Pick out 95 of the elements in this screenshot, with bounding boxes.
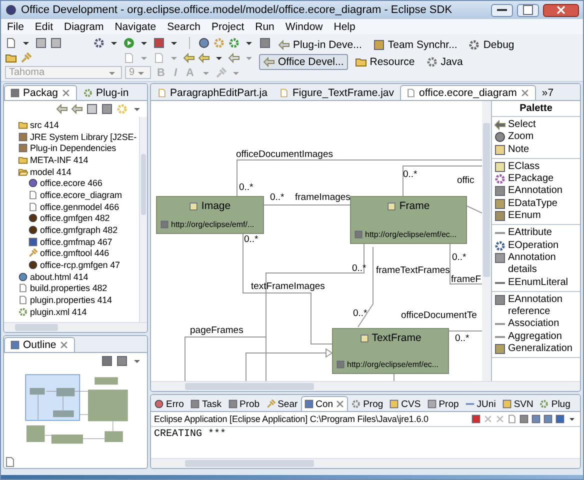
menu-item[interactable]: Edit [34, 20, 54, 32]
connector-label: pageFrames [190, 325, 244, 337]
class-node[interactable]: Frame http://org/eclipse/emf/ec... [350, 196, 467, 244]
annotation-uri: http://org/eclipse/emf/ec... [365, 230, 457, 239]
class-node[interactable]: Image http://org/eclipse/emf/... [156, 196, 264, 234]
connector-label: 0..* [403, 169, 418, 181]
view-tab[interactable]: Prog [348, 396, 386, 411]
view-tab[interactable]: Con [300, 396, 348, 411]
palette-item[interactable]: Generalization [508, 343, 572, 356]
menu-item[interactable]: File [7, 20, 24, 32]
tree-item[interactable]: office.ecore 466 [40, 178, 102, 188]
palette-item[interactable]: Zoom [508, 131, 534, 144]
tree-item[interactable]: plugin.xml 414 [30, 306, 87, 317]
annotation-uri: http://org/eclipse/emf/... [171, 220, 254, 229]
view-tab[interactable]: Erro [151, 396, 187, 411]
tree-item[interactable]: office.gmfgraph 482 [40, 225, 118, 236]
palette-item[interactable]: EClass [508, 160, 540, 174]
connector-label: 0..* [353, 308, 368, 320]
view-tab[interactable]: Task [186, 396, 224, 411]
palette-item[interactable]: EAnnotation reference [508, 294, 578, 318]
connector-label: officeDocumentTe [401, 310, 477, 322]
tree-item[interactable]: Plug-in Dependencies [30, 143, 116, 154]
tree-item[interactable]: office.gmfgen 482 [40, 213, 110, 224]
annotation-uri: http://org/eclipse/emf/ec... [347, 360, 439, 369]
connector-label: 0..* [270, 192, 284, 204]
view-tab[interactable]: ParagraphEditPart.ja [151, 85, 274, 100]
connector-label: offic [457, 175, 474, 187]
tree-item[interactable]: plugin.properties 414 [30, 295, 112, 306]
tree-item[interactable]: build.properties 482 [30, 283, 108, 294]
menu-item[interactable]: Help [334, 20, 356, 32]
view-tab[interactable]: Prob [224, 396, 263, 411]
perspective-button[interactable]: Resource [350, 54, 419, 70]
class-name: Frame [399, 200, 430, 212]
view-tab[interactable]: office.ecore_diagram [400, 85, 536, 100]
connector-label: 0..* [244, 234, 258, 246]
view-tab[interactable]: Sear [262, 396, 301, 411]
view-tab[interactable]: Packag [4, 85, 78, 100]
menu-item[interactable]: Search [167, 20, 200, 32]
menu-item[interactable]: Diagram [64, 20, 104, 32]
tree-item[interactable]: office.gmfmap 467 [40, 236, 112, 247]
tree-item[interactable]: office.gmftool 446 [40, 248, 110, 258]
tree-item[interactable]: model 414 [30, 166, 72, 177]
tree-item[interactable]: JRE System Library [J2SE- [30, 132, 137, 142]
view-tab[interactable]: Plug [536, 396, 574, 411]
view-tab[interactable]: Figure_TextFrame.jav [273, 85, 400, 100]
overflow-tabs[interactable]: »7 [536, 84, 560, 100]
connector-label: frameF [451, 274, 482, 286]
view-tab[interactable]: JUni [462, 396, 499, 411]
perspective-button[interactable]: Team Synchr... [368, 37, 462, 53]
palette-item[interactable]: EOperation [508, 240, 559, 252]
tree-item[interactable]: office.ecore_diagram [40, 190, 122, 200]
class-node[interactable]: TextFrame http://org/eclipse/emf/ec... [332, 328, 449, 374]
view-tab[interactable]: Prop [424, 396, 462, 411]
view-tab[interactable]: CVS [386, 396, 424, 411]
palette-item[interactable]: Aggregation [508, 330, 562, 344]
view-tab[interactable]: Outline [4, 337, 76, 352]
menu-item[interactable]: Project [211, 20, 244, 32]
connector-label: frameTextFrames [376, 265, 450, 277]
connector-label: officeDocumentImages [236, 149, 333, 161]
tree-item[interactable]: src 414 [30, 120, 59, 130]
connector-label: 0..* [455, 333, 470, 345]
menu-item[interactable]: Window [285, 20, 323, 32]
palette-item[interactable]: Annotation details [508, 252, 578, 277]
connector-label: 0..* [239, 182, 254, 194]
palette-item[interactable]: EPackage [508, 173, 554, 186]
palette-item[interactable]: Select [508, 119, 536, 132]
console-output: CREATING *** [153, 428, 228, 442]
palette-item[interactable]: EEnumLiteral [508, 276, 568, 289]
palette-item[interactable]: Association [508, 318, 560, 331]
tree-item[interactable]: META-INF 414 [30, 154, 88, 165]
window-title: Office Development - org.eclipse.office.model/model/office.ecore_diagram - Eclipse SDK [21, 4, 454, 16]
palette-item[interactable]: EDataType [508, 198, 558, 210]
palette-item[interactable]: EAttribute [508, 227, 552, 240]
class-name: Image [201, 200, 231, 212]
tree-item[interactable]: office.genmodel 466 [40, 202, 119, 212]
palette-item[interactable]: Note [508, 144, 530, 156]
connector-label: frameImages [295, 192, 350, 204]
perspective-button[interactable]: Java [422, 54, 467, 70]
console-header: Eclipse Application [Eclipse Application] C:\Program Files\Java\jre1.6.0 [154, 414, 430, 424]
menu-item[interactable]: Run [255, 20, 274, 32]
connector-label: 0..* [452, 252, 466, 264]
menu-item[interactable]: Navigate [114, 20, 156, 32]
tree-item[interactable]: office-rcp.gmfgen 47 [40, 260, 120, 270]
palette-item[interactable]: EAnnotation [508, 185, 562, 198]
view-tab[interactable]: Plug-in [77, 85, 135, 100]
class-name: TextFrame [372, 332, 422, 344]
perspective-button[interactable]: Plug-in Deve... [274, 37, 366, 53]
view-tab[interactable]: SVN [498, 396, 536, 411]
palette-title: Palette [492, 102, 580, 117]
perspective-button[interactable]: Debug [464, 37, 518, 53]
connector-label: 0..* [352, 263, 366, 275]
perspective-button[interactable]: Office Devel... [259, 54, 348, 70]
palette-item[interactable]: EEnum [508, 210, 541, 222]
connector-label: textFrameImages [251, 281, 325, 293]
tree-item[interactable]: about.html 414 [30, 272, 88, 282]
